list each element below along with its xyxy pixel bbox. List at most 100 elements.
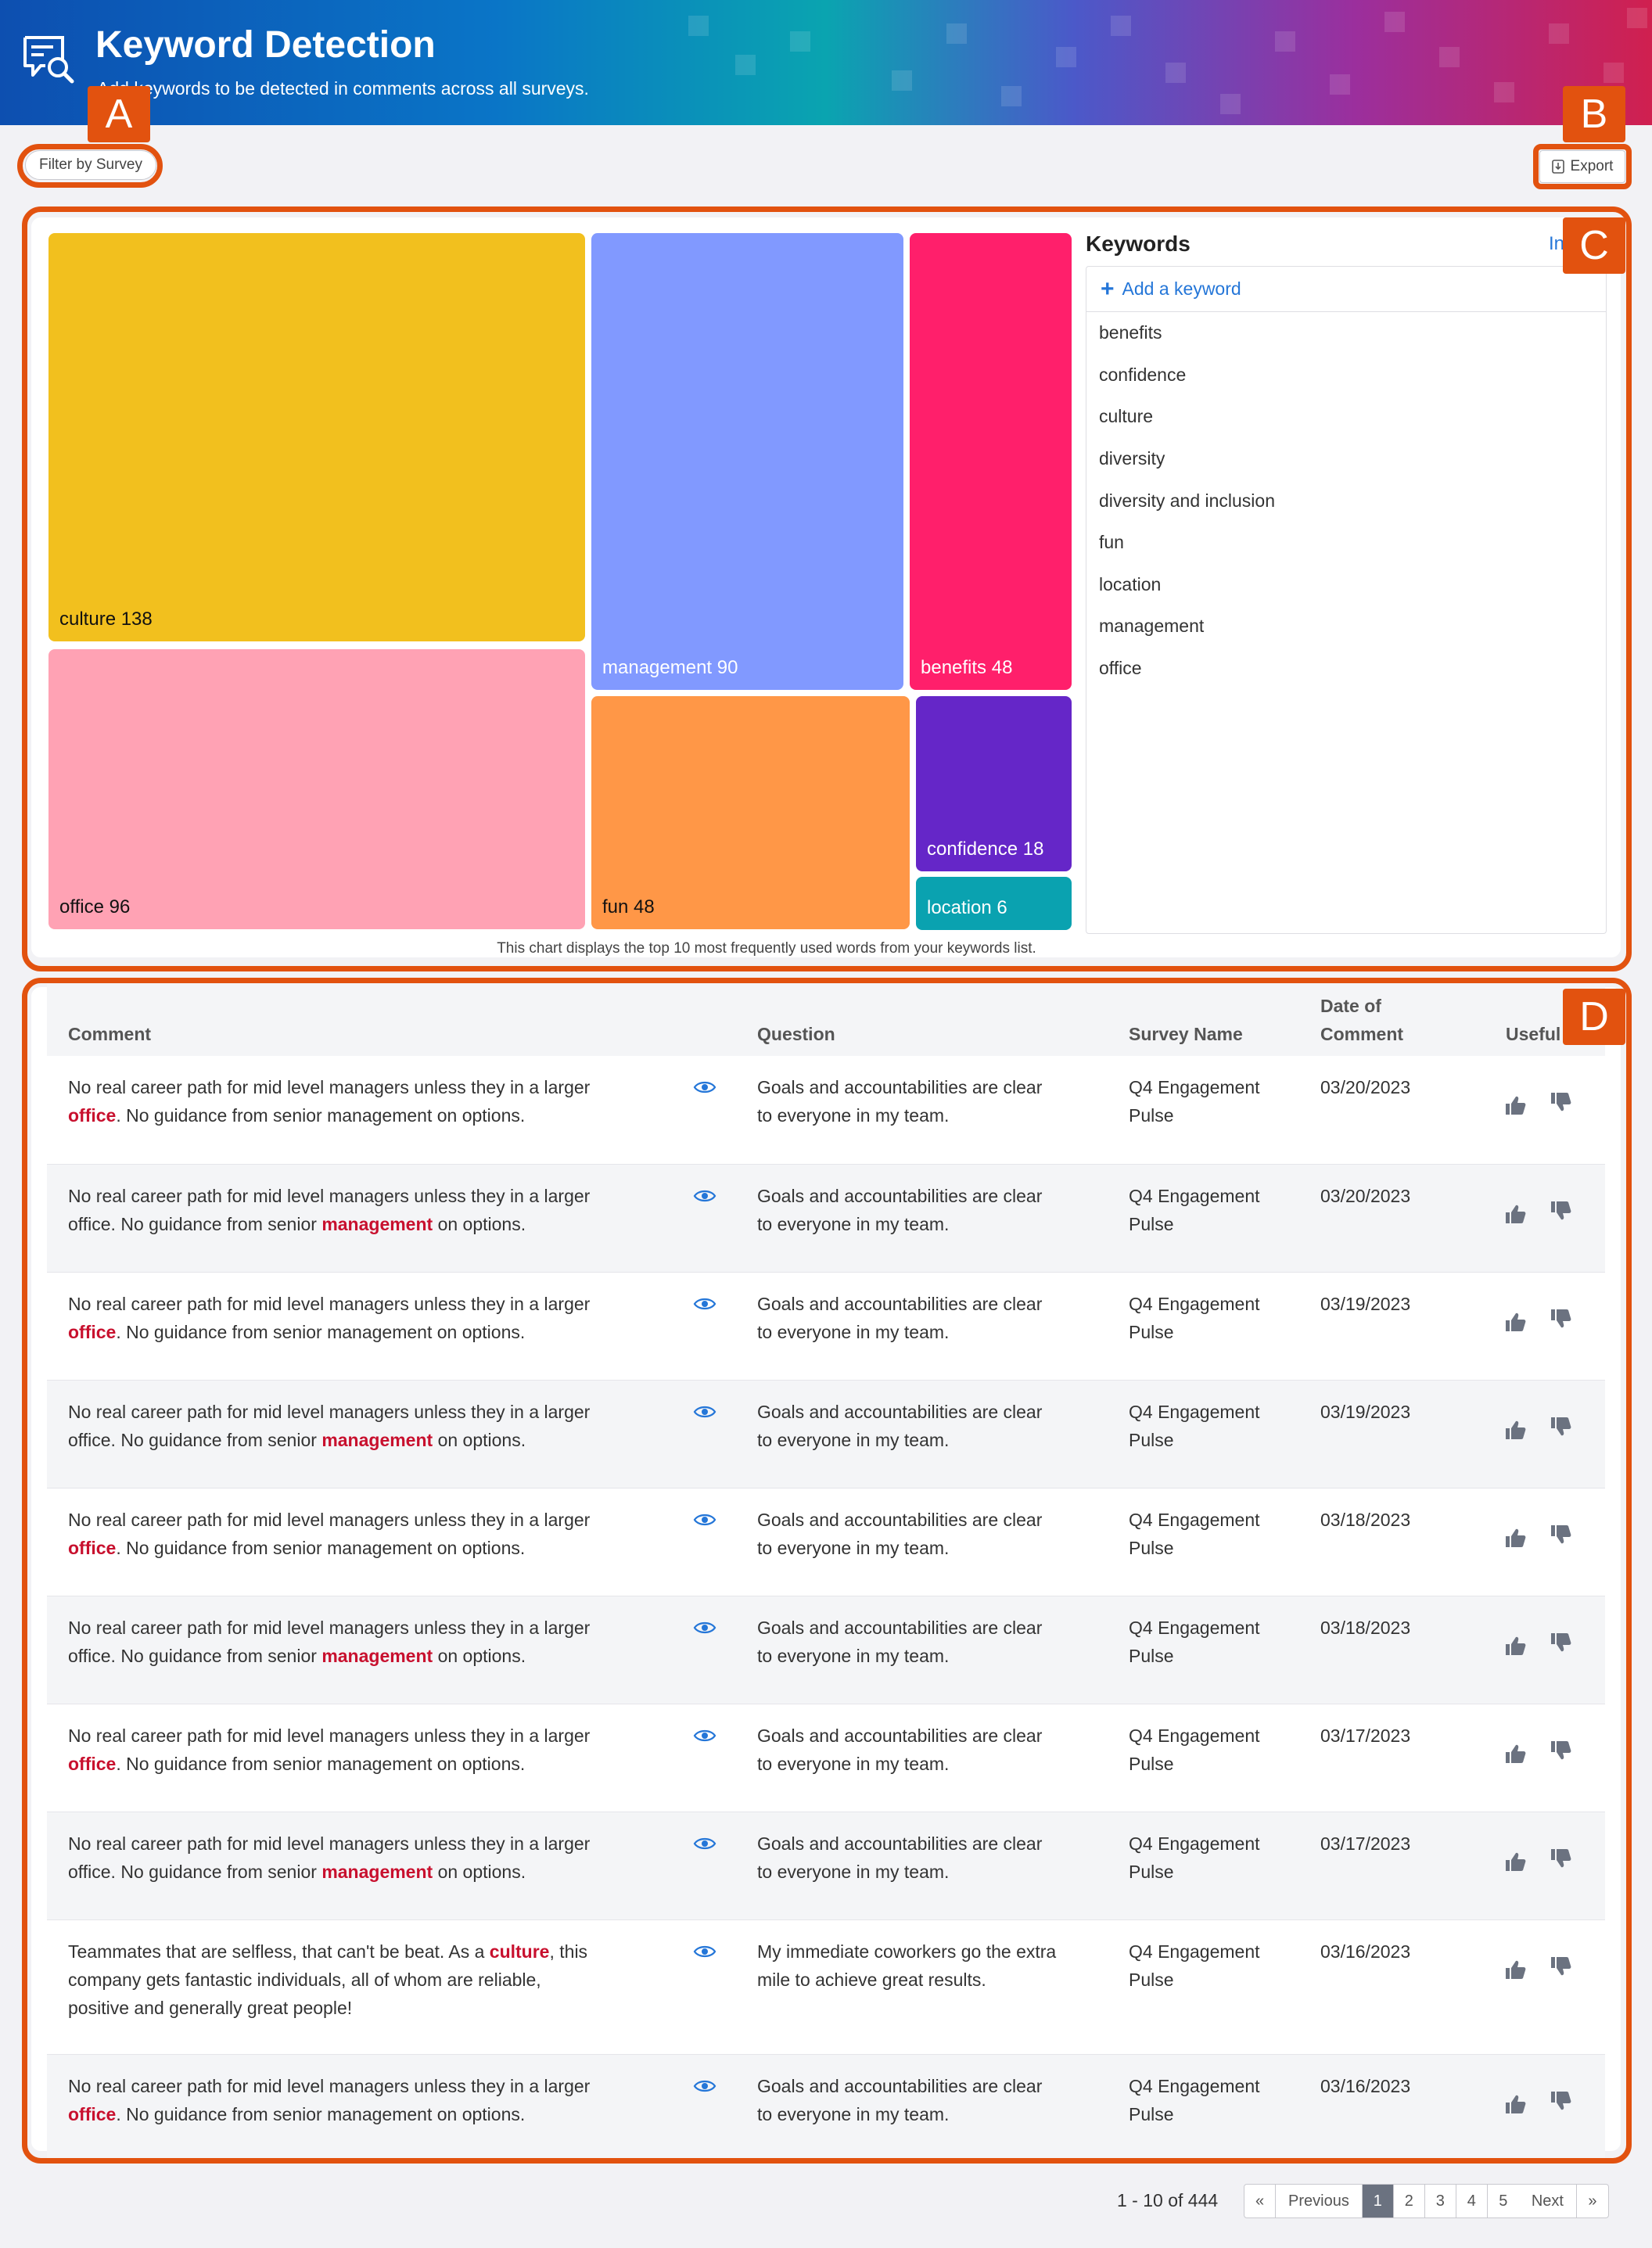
view-comment-icon[interactable]: [693, 1296, 716, 1312]
keyword-item[interactable]: diversity: [1086, 438, 1606, 480]
view-comment-icon[interactable]: [693, 1620, 716, 1636]
thumbs-up-icon[interactable]: [1503, 1418, 1527, 1442]
page-3-button[interactable]: 3: [1425, 2185, 1456, 2217]
header-decoration: [1330, 74, 1350, 95]
header-decoration: [1165, 63, 1186, 83]
treemap-tile-label: benefits 48: [921, 657, 1013, 678]
thumbs-up-icon[interactable]: [1503, 1634, 1527, 1657]
thumbs-up-icon[interactable]: [1503, 1093, 1527, 1117]
treemap-tile-management[interactable]: management 90: [591, 233, 903, 690]
treemap-tile-label: confidence 18: [927, 839, 1044, 860]
treemap-tile-culture[interactable]: culture 138: [48, 233, 585, 641]
page-last-button[interactable]: »: [1577, 2185, 1608, 2217]
thumbs-up-icon[interactable]: [1503, 1310, 1527, 1334]
keywords-intro-link[interactable]: In: [1549, 233, 1564, 255]
date-cell: 03/18/2023: [1320, 1618, 1411, 1638]
col-survey-name[interactable]: Survey Name: [1129, 1020, 1243, 1048]
thumbs-down-icon[interactable]: [1549, 1307, 1572, 1330]
keyword-item[interactable]: benefits: [1086, 312, 1606, 354]
col-comment[interactable]: Comment: [68, 1020, 151, 1048]
page-4-button[interactable]: 4: [1456, 2185, 1488, 2217]
view-comment-icon[interactable]: [693, 1512, 716, 1528]
chart-note: This chart displays the top 10 most freq…: [497, 940, 1036, 957]
export-button[interactable]: Export: [1539, 150, 1625, 183]
thumbs-up-icon[interactable]: [1503, 1202, 1527, 1226]
thumbs-down-icon[interactable]: [1549, 1847, 1572, 1870]
table-row: No real career path for mid level manage…: [47, 1596, 1605, 1704]
table-row: No real career path for mid level manage…: [47, 1812, 1605, 1919]
filter-by-survey-button[interactable]: Filter by Survey: [25, 150, 156, 180]
page-previous-button[interactable]: Previous: [1276, 2185, 1363, 2217]
keyword-item[interactable]: fun: [1086, 522, 1606, 564]
thumbs-down-icon[interactable]: [1549, 1090, 1572, 1114]
view-comment-icon[interactable]: [693, 2078, 716, 2094]
table-row: No real career path for mid level manage…: [47, 1380, 1605, 1488]
page-first-button[interactable]: «: [1244, 2185, 1276, 2217]
keyword-list: benefits confidence culture diversity divers…: [1086, 312, 1606, 689]
keyword-highlight: office: [68, 2104, 117, 2124]
treemap-tile-confidence[interactable]: confidence 18: [916, 696, 1072, 871]
thumbs-up-icon[interactable]: [1503, 1958, 1527, 1981]
header-decoration: [1111, 16, 1131, 36]
keyword-item[interactable]: diversity and inclusion: [1086, 479, 1606, 522]
thumbs-up-icon[interactable]: [1503, 2092, 1527, 2116]
view-comment-icon[interactable]: [693, 1404, 716, 1420]
keyword-item[interactable]: management: [1086, 605, 1606, 648]
header-decoration: [688, 16, 709, 36]
thumbs-down-icon[interactable]: [1549, 2089, 1572, 2113]
comment-cell: No real career path for mid level manage…: [68, 1510, 591, 1558]
header-decoration: [790, 31, 810, 52]
view-comment-icon[interactable]: [693, 1728, 716, 1743]
treemap-tile-fun[interactable]: fun 48: [591, 696, 910, 929]
question-cell: Goals and accountabilities are clear to e…: [757, 1510, 1043, 1558]
question-cell: Goals and accountabilities are clear to e…: [757, 1186, 1043, 1234]
question-cell: Goals and accountabilities are clear to e…: [757, 1618, 1043, 1666]
table-row: No real career path for mid level manage…: [47, 2054, 1605, 2159]
treemap-tile-office[interactable]: office 96: [48, 649, 585, 929]
thumbs-down-icon[interactable]: [1549, 1523, 1572, 1546]
header-decoration: [1494, 82, 1514, 102]
survey-name-cell: Q4 Engagement Pulse: [1129, 1077, 1260, 1126]
add-keyword-button[interactable]: + Add a keyword: [1086, 267, 1606, 312]
survey-name-cell: Q4 Engagement Pulse: [1129, 1510, 1260, 1558]
treemap-tile-benefits[interactable]: benefits 48: [910, 233, 1072, 690]
survey-name-cell: Q4 Engagement Pulse: [1129, 1294, 1260, 1342]
view-comment-icon[interactable]: [693, 1836, 716, 1851]
treemap-tile-location[interactable]: location 6: [916, 877, 1072, 930]
col-date-line2[interactable]: Comment: [1320, 1020, 1403, 1048]
thumbs-up-icon[interactable]: [1503, 1526, 1527, 1550]
header-decoration: [1275, 31, 1295, 52]
treemap-tile-label: fun 48: [602, 896, 655, 918]
thumbs-up-icon[interactable]: [1503, 1742, 1527, 1765]
thumbs-down-icon[interactable]: [1549, 1199, 1572, 1223]
col-date-line1[interactable]: Date of: [1320, 992, 1381, 1020]
view-comment-icon[interactable]: [693, 1079, 716, 1095]
thumbs-down-icon[interactable]: [1549, 1415, 1572, 1438]
date-cell: 03/19/2023: [1320, 1402, 1411, 1422]
treemap-tile-label: culture 138: [59, 609, 153, 630]
view-comment-icon[interactable]: [693, 1188, 716, 1204]
thumbs-up-icon[interactable]: [1503, 1850, 1527, 1873]
col-question[interactable]: Question: [757, 1020, 835, 1048]
thumbs-down-icon[interactable]: [1549, 1739, 1572, 1762]
keyword-item[interactable]: confidence: [1086, 354, 1606, 397]
view-comment-icon[interactable]: [693, 1944, 716, 1959]
date-cell: 03/17/2023: [1320, 1833, 1411, 1854]
page-title: Keyword Detection: [95, 24, 436, 66]
page-5-button[interactable]: 5: [1488, 2185, 1519, 2217]
add-keyword-label: Add a keyword: [1122, 278, 1241, 299]
keyword-highlight: management: [321, 1430, 433, 1450]
thumbs-down-icon[interactable]: [1549, 1631, 1572, 1654]
keyword-item[interactable]: culture: [1086, 396, 1606, 438]
page-next-button[interactable]: Next: [1519, 2185, 1577, 2217]
date-cell: 03/16/2023: [1320, 2076, 1411, 2096]
thumbs-down-icon[interactable]: [1549, 1955, 1572, 1978]
table-row: No real career path for mid level manage…: [47, 1704, 1605, 1812]
page-1-button[interactable]: 1: [1362, 2185, 1394, 2217]
question-cell: Goals and accountabilities are clear to e…: [757, 1402, 1043, 1450]
keyword-item[interactable]: office: [1086, 648, 1606, 690]
page-2-button[interactable]: 2: [1394, 2185, 1425, 2217]
survey-name-cell: Q4 Engagement Pulse: [1129, 1833, 1260, 1882]
page-subtitle: Add keywords to be detected in comments …: [97, 78, 589, 99]
keyword-item[interactable]: location: [1086, 564, 1606, 606]
